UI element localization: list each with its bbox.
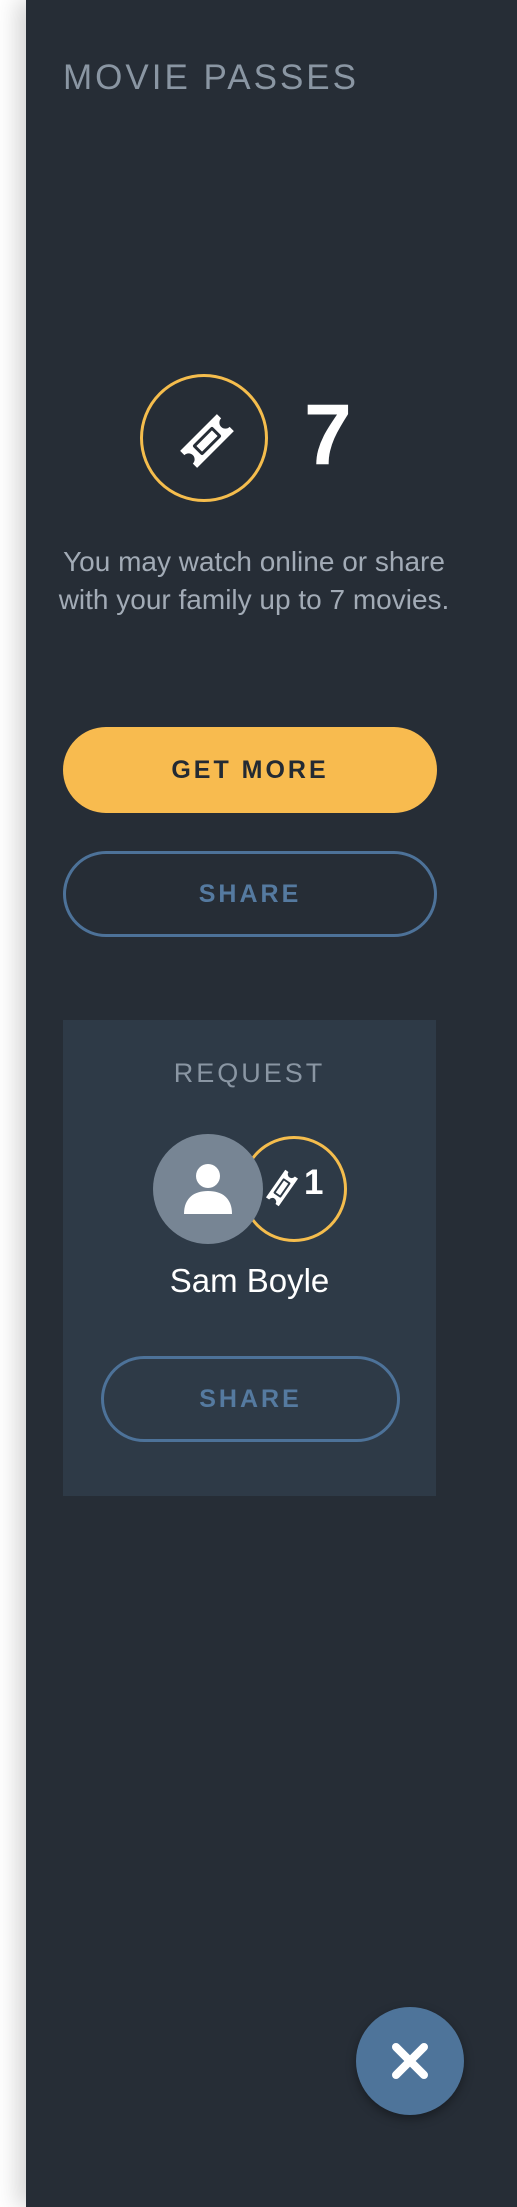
ticket-icon <box>180 414 234 468</box>
get-more-button[interactable]: GET MORE <box>63 727 437 813</box>
movie-passes-panel: MOVIE PASSES 7 You may watch online or s… <box>26 0 517 2207</box>
avatar[interactable] <box>153 1134 263 1244</box>
request-card: REQUEST 1 Sam Boyle SHARE <box>63 1020 436 1496</box>
ticket-icon <box>265 1169 299 1207</box>
requester-name: Sam Boyle <box>169 1262 330 1299</box>
close-icon <box>392 2043 428 2079</box>
request-label: REQUEST <box>173 1058 326 1088</box>
ticket-badge <box>140 374 268 502</box>
request-share-button[interactable]: SHARE <box>101 1356 400 1442</box>
pass-count: 7 <box>304 387 352 483</box>
request-ticket-count: 1 <box>304 1163 324 1202</box>
passes-description: You may watch online or share with your … <box>58 546 450 615</box>
user-icon <box>184 1164 232 1214</box>
share-button[interactable]: SHARE <box>63 851 437 937</box>
close-button[interactable] <box>356 2007 464 2115</box>
panel-title: MOVIE PASSES <box>63 58 359 97</box>
